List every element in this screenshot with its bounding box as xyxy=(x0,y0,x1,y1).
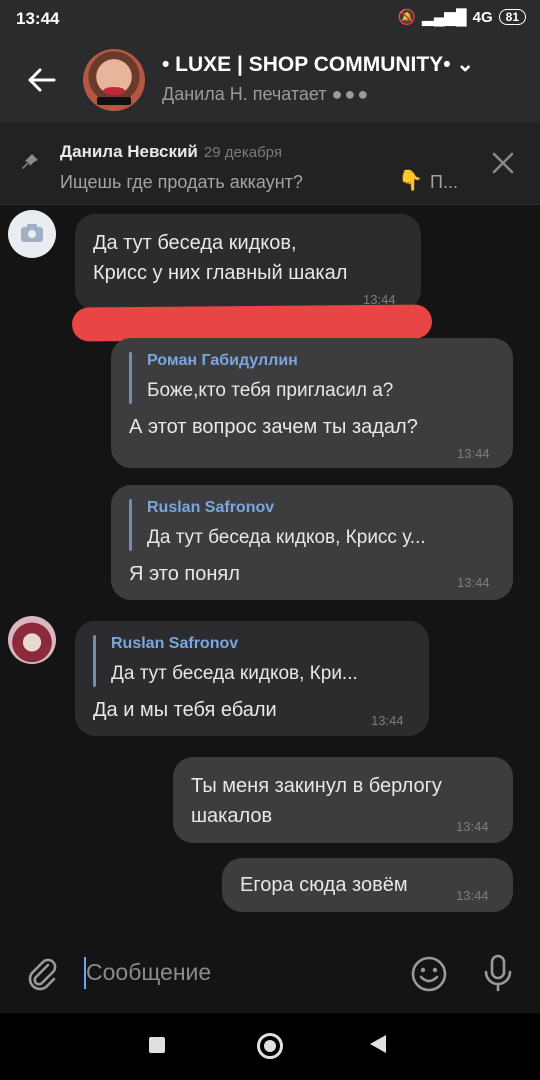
home-button[interactable] xyxy=(257,1033,283,1059)
message-bubble[interactable]: Егора сюда зовём 13:44 xyxy=(222,858,513,912)
sender-avatar[interactable] xyxy=(8,210,56,258)
mute-icon: 🔕 xyxy=(397,9,417,26)
typing-status: Данила Н. печатает ●●● xyxy=(162,84,371,104)
message-input-bar: Сообщение xyxy=(0,935,540,1013)
attach-icon[interactable] xyxy=(24,955,60,991)
message-time: 13:44 xyxy=(457,446,490,461)
pinned-message[interactable]: Данила Невский 29 декабря Ищешь где прода… xyxy=(0,122,540,205)
message-bubble[interactable]: Роман Габидуллин Боже,кто тебя пригласил… xyxy=(111,338,513,468)
chat-header: • LUXE | SHOP COMMUNITY• ⌄ Данила Н. печ… xyxy=(0,38,540,122)
message-bubble[interactable]: Ruslan Safronov Да тут беседа кидков, Кр… xyxy=(75,621,429,736)
status-time: 13:44 xyxy=(16,9,60,28)
battery-icon: 81 xyxy=(498,9,526,25)
system-nav-bar xyxy=(0,1013,540,1080)
status-icons: 🔕 ▂▄▆█ 4G 81 xyxy=(398,8,526,26)
camera-icon xyxy=(21,224,43,242)
message-text: Ты меня закинул в берлогу xyxy=(191,775,442,797)
emoji-icon[interactable] xyxy=(410,955,448,993)
reply-author: Ruslan Safronov xyxy=(147,499,275,516)
reply-bar xyxy=(93,635,96,687)
typing-dots-icon: ●●● xyxy=(331,84,371,104)
message-text: Да и мы тебя ебали xyxy=(93,699,277,721)
reply-text: Боже,кто тебя пригласил а? xyxy=(147,380,394,401)
back-arrow-icon[interactable] xyxy=(22,60,62,100)
message-text: Да тут беседа кидков, xyxy=(93,232,297,254)
chat-avatar[interactable] xyxy=(83,49,145,111)
recents-button[interactable] xyxy=(149,1037,165,1053)
reply-text: Да тут беседа кидков, Крисс у... xyxy=(147,527,426,548)
pinned-emoji: 👇 xyxy=(398,170,423,192)
pinned-date: 29 декабря xyxy=(203,144,282,161)
pinned-author: Данила Невский 29 декабря xyxy=(60,142,282,161)
redaction-mark xyxy=(71,304,433,342)
message-text: Крисс у них главный шакал xyxy=(93,262,348,284)
reply-bar xyxy=(129,499,132,551)
chat-title[interactable]: • LUXE | SHOP COMMUNITY• ⌄ xyxy=(162,52,474,77)
message-text: А этот вопрос зачем ты задал? xyxy=(129,416,418,438)
signal-icon: ▂▄▆█ xyxy=(422,9,467,26)
message-time: 13:44 xyxy=(456,819,489,834)
back-button[interactable] xyxy=(370,1035,386,1053)
message-text: Егора сюда зовём xyxy=(240,874,408,896)
reply-bar xyxy=(129,352,132,404)
reply-text: Да тут беседа кидков, Кри... xyxy=(111,663,358,684)
message-bubble[interactable]: Ruslan Safronov Да тут беседа кидков, Кр… xyxy=(111,485,513,600)
reply-author: Ruslan Safronov xyxy=(111,635,239,652)
pinned-more: П... xyxy=(430,172,458,192)
close-icon[interactable] xyxy=(490,150,516,176)
sender-avatar[interactable] xyxy=(8,616,56,664)
message-text: Я это понял xyxy=(129,563,240,585)
message-bubble[interactable]: Да тут беседа кидков, Крисс у них главны… xyxy=(75,214,421,310)
message-time: 13:44 xyxy=(457,575,490,590)
message-text: шакалов xyxy=(191,805,273,827)
reply-author: Роман Габидуллин xyxy=(147,352,298,369)
chevron-down-icon[interactable]: ⌄ xyxy=(456,53,474,76)
message-bubble[interactable]: Ты меня закинул в берлогу шакалов 13:44 xyxy=(173,757,513,843)
network-label: 4G xyxy=(472,8,493,26)
status-bar: 13:44 🔕 ▂▄▆█ 4G 81 xyxy=(0,0,540,38)
pinned-text: Ищешь где продать аккаунт? xyxy=(60,172,303,192)
message-time: 13:44 xyxy=(371,713,404,728)
mic-icon[interactable] xyxy=(482,953,514,993)
message-time: 13:44 xyxy=(456,888,489,903)
pin-icon xyxy=(22,154,38,169)
message-input[interactable]: Сообщение xyxy=(86,959,211,986)
